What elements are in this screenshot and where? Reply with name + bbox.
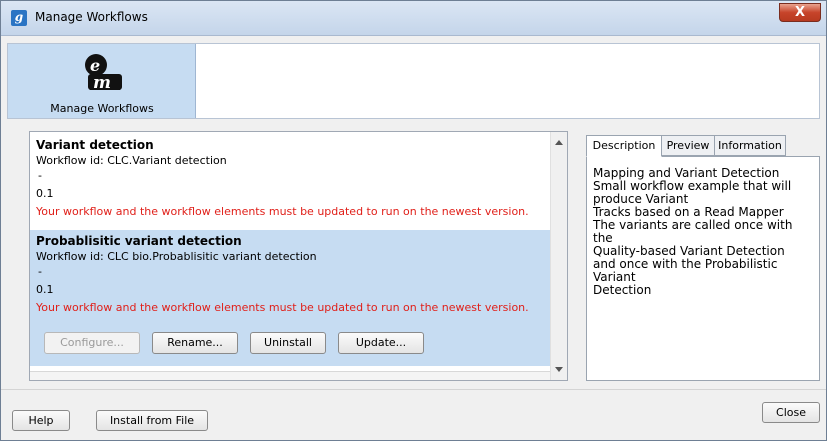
- title-bar: g Manage Workflows X: [1, 1, 826, 36]
- icon-toolbar: e m Manage Workflows: [7, 43, 820, 119]
- workflow-version: 0.1: [36, 283, 54, 296]
- horizontal-scrollbar[interactable]: [30, 371, 551, 380]
- workflow-id: Workflow id: CLC bio.Probablisitic varia…: [36, 250, 317, 263]
- tab-information[interactable]: Information: [714, 135, 786, 156]
- workflow-list[interactable]: Variant detection Workflow id: CLC.Varia…: [29, 131, 568, 381]
- window-close-button[interactable]: X: [779, 3, 821, 22]
- uninstall-button[interactable]: Uninstall: [250, 332, 326, 354]
- details-panel: Description Preview Information Mapping …: [586, 135, 820, 381]
- workflow-dash: -: [38, 265, 42, 278]
- window-title: Manage Workflows: [35, 10, 148, 24]
- workflow-warning: Your workflow and the workflow elements …: [36, 205, 529, 218]
- tab-preview[interactable]: Preview: [661, 135, 715, 156]
- manage-workflows-label: Manage Workflows: [50, 102, 154, 115]
- close-button[interactable]: Close: [762, 402, 820, 423]
- vertical-scrollbar[interactable]: [550, 132, 567, 380]
- list-item-selected[interactable]: Probablisitic variant detection Workflow…: [30, 230, 552, 366]
- workflow-name: Probablisitic variant detection: [36, 234, 242, 248]
- workflow-version: 0.1: [36, 187, 54, 200]
- install-from-file-button[interactable]: Install from File: [96, 410, 208, 431]
- scroll-down-icon[interactable]: [555, 367, 563, 372]
- configure-button[interactable]: Configure...: [44, 332, 140, 354]
- manage-workflows-tile[interactable]: e m Manage Workflows: [8, 44, 196, 118]
- workflow-id: Workflow id: CLC.Variant detection: [36, 154, 227, 167]
- workflow-warning: Your workflow and the workflow elements …: [36, 301, 529, 314]
- workflow-em-icon: e m: [85, 54, 122, 92]
- update-button[interactable]: Update...: [338, 332, 424, 354]
- help-button[interactable]: Help: [12, 410, 70, 431]
- app-icon: g: [11, 10, 27, 26]
- list-item[interactable]: Variant detection Workflow id: CLC.Varia…: [30, 138, 552, 230]
- manage-workflows-dialog: g Manage Workflows X e m Manage Workflow…: [0, 0, 827, 441]
- description-text: Mapping and Variant Detection Small work…: [593, 166, 793, 297]
- workflow-name: Variant detection: [36, 138, 154, 152]
- description-pane: Mapping and Variant Detection Small work…: [586, 156, 820, 381]
- logo-letter-m: m: [93, 73, 111, 92]
- scroll-up-icon[interactable]: [555, 140, 563, 145]
- workflow-dash: -: [38, 169, 42, 182]
- rename-button[interactable]: Rename...: [152, 332, 238, 354]
- tab-description[interactable]: Description: [586, 135, 662, 157]
- footer-divider: [1, 389, 826, 390]
